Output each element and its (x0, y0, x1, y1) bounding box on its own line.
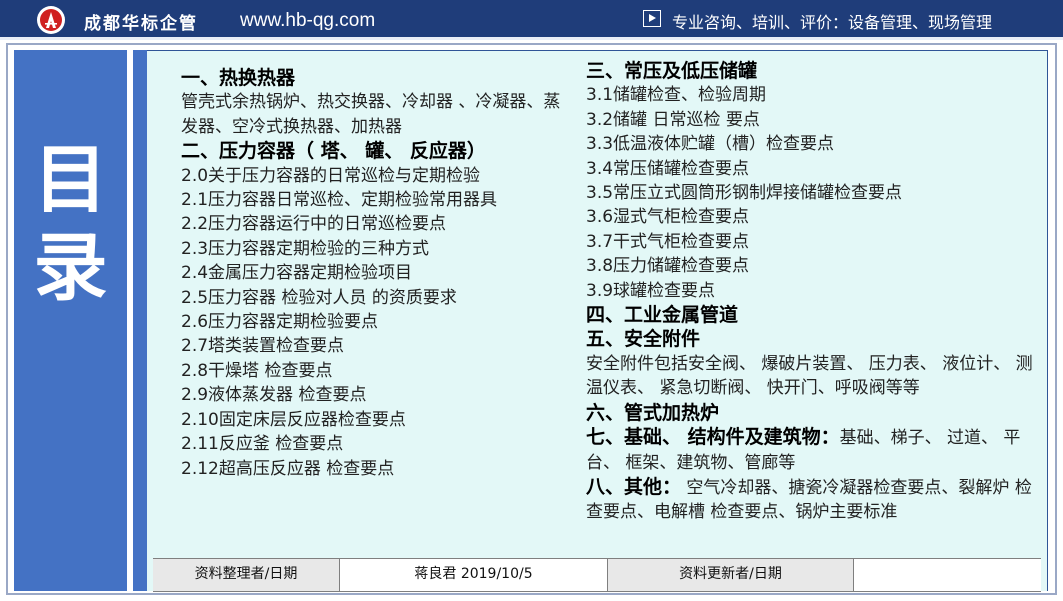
header-tagline: 专业咨询、培训、评价：设备管理、现场管理 (672, 13, 993, 32)
toc-item: 2.10固定床层反应器检查要点 (181, 409, 406, 430)
updater-value (853, 559, 1041, 591)
toc-title-char-2: 录 (33, 225, 108, 311)
organizer-label: 资料整理者/日期 (153, 559, 339, 591)
toc-item: 2.5压力容器 检验对人员 的资质要求 (181, 287, 457, 308)
toc-item: 2.2压力容器运行中的日常巡检要点 (181, 214, 447, 235)
company-name: 成都华标企管 (84, 14, 198, 34)
section-heading: 六、管式加热炉 (586, 401, 720, 424)
toc-item: 3.5常压立式圆筒形钢制焊接储罐检查要点 (586, 183, 903, 204)
section-heading: 三、常压及低压储罐 (586, 60, 758, 82)
toc-item: 3.4常压储罐检查要点 (586, 158, 750, 179)
toc-title-char-1: 目 (33, 137, 108, 223)
toc-item: 3.9球罐检查要点 (586, 280, 716, 301)
updater-label: 资料更新者/日期 (607, 559, 853, 591)
sidebar-panel: 目 录 (14, 50, 127, 591)
toc-item: 2.3压力容器定期检验的三种方式 (181, 238, 430, 259)
toc-item: 2.0关于压力容器的日常巡检与定期检验 (181, 165, 481, 186)
section-heading: 一、热换热器 (181, 67, 296, 89)
section-heading: 八、其他： (586, 475, 682, 498)
toc-item: 2.9液体蒸发器 检查要点 (181, 385, 367, 406)
toc-item: 3.8压力储罐检查要点 (586, 256, 750, 277)
section-heading: 四、工业金属管道 (586, 304, 739, 327)
toc-item: 2.7塔类装置检查要点 (181, 336, 345, 357)
section-description: 管壳式余热锅炉、热交换器、冷却器 、冷凝器、蒸发器、空冷式换热器、加热器 (181, 92, 561, 137)
toc-right-column: 三、常压及低压储罐 3.1储罐检查、检验周期 3.2储罐 日常巡检 要点 3.3… (586, 59, 1036, 525)
organizer-value: 蒋良君 2019/10/5 (339, 559, 607, 591)
toc-item: 3.1储罐检查、检验周期 (586, 85, 767, 106)
section-with-description: 七、基础、 结构件及建筑物：基础、梯子、 过道、 平台、 框架、建筑物、管廊等 (586, 425, 1036, 475)
toc-item: 3.7干式气柜检查要点 (586, 231, 750, 252)
toc-item: 2.1压力容器日常巡检、定期检验常用器具 (181, 190, 498, 211)
toc-title: 目 录 (14, 136, 127, 312)
logo-icon (37, 6, 65, 34)
section-description: 安全附件包括安全阀、 爆破片装置、 压力表、 液位计、 测温仪表、 紧急切断阀、… (586, 353, 1033, 399)
toc-item: 2.12超高压反应器 检查要点 (181, 458, 395, 479)
section-heading: 五、安全附件 (586, 328, 701, 351)
toc-item: 2.8干燥塔 检查要点 (181, 360, 333, 381)
section-heading: 七、基础、 结构件及建筑物： (586, 426, 840, 449)
toc-item: 2.4金属压力容器定期检验项目 (181, 263, 413, 284)
footer-table: 资料整理者/日期 蒋良君 2019/10/5 资料更新者/日期 (153, 558, 1041, 592)
website-link[interactable]: www.hb-qg.com (240, 10, 375, 32)
play-icon (643, 10, 661, 27)
toc-item: 2.11反应釜 检查要点 (181, 434, 344, 455)
toc-item: 3.6湿式气柜检查要点 (586, 207, 750, 228)
header-bar: 成都华标企管 www.hb-qg.com 专业咨询、培训、评价：设备管理、现场管… (0, 0, 1063, 40)
section-with-description: 八、其他： 空气冷却器、搪瓷冷凝器检查要点、裂解炉 检查要点、电解槽 检查要点、… (586, 475, 1036, 525)
toc-item: 2.6压力容器定期检验要点 (181, 312, 379, 333)
section-heading: 二、压力容器（ 塔、 罐、 反应器） (181, 140, 486, 163)
toc-item: 3.2储罐 日常巡检 要点 (586, 109, 760, 130)
toc-left-column: 一、热换热器 管壳式余热锅炉、热交换器、冷却器 、冷凝器、蒸发器、空冷式换热器、… (181, 66, 571, 481)
toc-item: 3.3低温液体贮罐（槽）检查要点 (586, 134, 835, 155)
sidebar-strip (133, 50, 147, 591)
